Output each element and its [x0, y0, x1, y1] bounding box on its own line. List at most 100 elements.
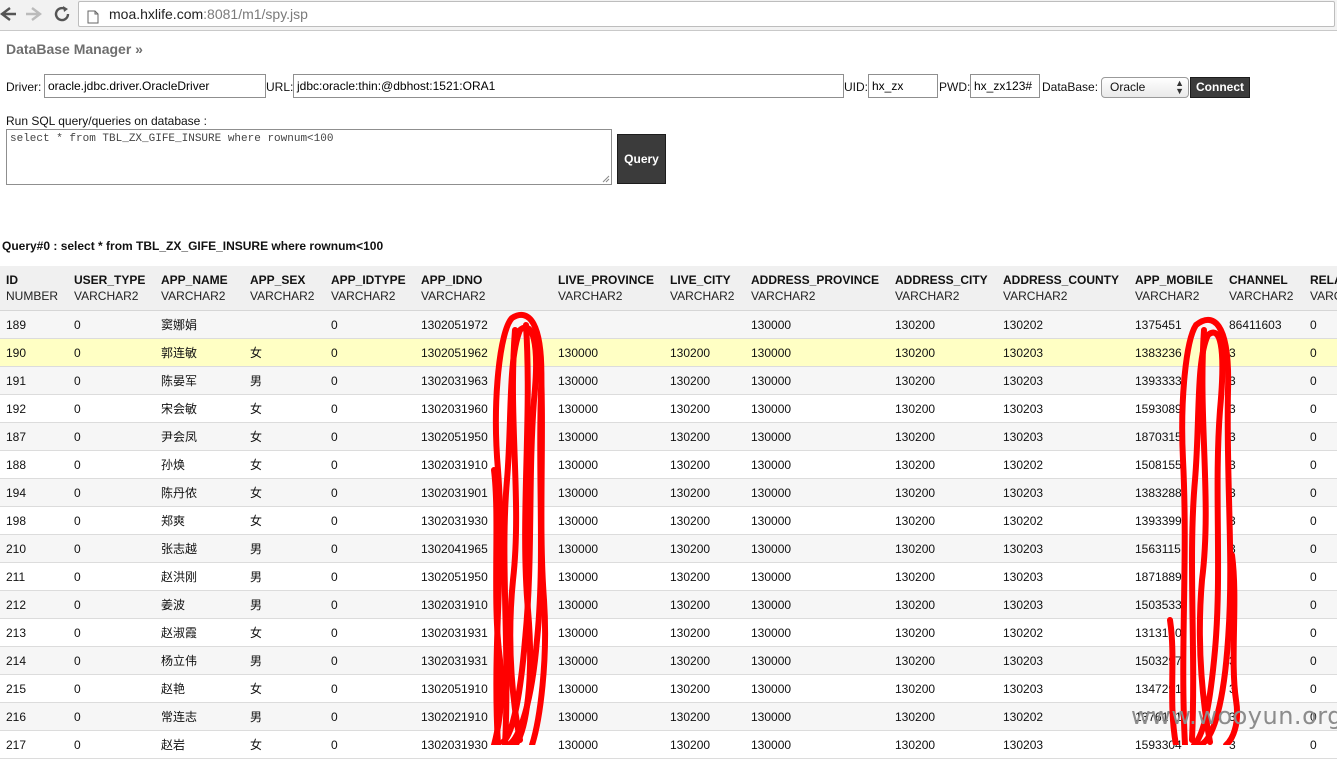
url-label: URL:: [266, 80, 294, 94]
table-cell: 姜波: [155, 590, 244, 619]
table-row[interactable]: 189 0 窦娜娟 0 1302051972 130000 130200 130202 1375…: [0, 310, 1337, 339]
table-cell: 0: [68, 618, 155, 647]
back-arrow-icon[interactable]: [0, 2, 20, 26]
table-cell: 130200: [664, 646, 745, 675]
table-row[interactable]: 215 0 赵艳女 0 1302051910 130000 130200 130000 1302…: [0, 674, 1337, 703]
driver-field[interactable]: oracle.jdbc.driver.OracleDriver: [44, 74, 266, 98]
table-cell: 1302021910: [415, 702, 552, 731]
column-type: VARCHAR2: [558, 289, 623, 303]
reload-icon[interactable]: [50, 2, 74, 26]
table-cell: 1302031960: [415, 394, 552, 423]
table-cell: 130200: [664, 618, 745, 647]
table-cell: 女: [244, 422, 325, 451]
table-cell: 130000: [552, 674, 664, 703]
url-field[interactable]: jdbc:oracle:thin:@dbhost:1521:ORA1: [293, 74, 844, 98]
column-type: VARCHAR2: [751, 289, 816, 303]
column-name: ADDRESS_CITY: [895, 273, 988, 287]
table-cell: 130000: [552, 562, 664, 591]
table-cell: 0: [68, 338, 155, 367]
sql-textarea[interactable]: select * from TBL_ZX_GIFE_INSURE where r…: [6, 129, 612, 185]
table-cell: 0: [68, 506, 155, 535]
table-cell: 0: [325, 590, 415, 619]
table-cell: 1302051962: [415, 338, 552, 367]
column-name: USER_TYPE: [74, 273, 146, 287]
browser-toolbar: moa.hxlife.com:8081/m1/spy.jsp: [0, 0, 1337, 31]
table-cell: 1503297: [1129, 646, 1223, 675]
table-row[interactable]: 212 0 姜波男 0 1302031910 130000 130200 130000 1302…: [0, 590, 1337, 619]
table-cell: 130200: [889, 534, 997, 563]
table-row[interactable]: 187 0 尹会凤女 0 1302051950 130000 130200 130000 130…: [0, 422, 1337, 451]
table-cell: 赵淑霞: [155, 618, 244, 647]
table-cell: [552, 310, 664, 339]
table-row[interactable]: 213 0 赵淑霞女 0 1302031931 130000 130200 130000 130…: [0, 618, 1337, 647]
table-cell: 0: [325, 618, 415, 647]
table-cell: 1302051972: [415, 310, 552, 339]
column-header: APP_MOBILE VARCHAR2: [1129, 266, 1223, 311]
table-row[interactable]: 190 0 郭连敏女 0 1302051962 130000 130200 130000 130…: [0, 338, 1337, 367]
query-button[interactable]: Query: [617, 134, 666, 184]
table-cell: 3: [1223, 338, 1304, 367]
table-cell: 1393333: [1129, 366, 1223, 395]
table-cell: 0: [68, 590, 155, 619]
table-cell: 孙焕: [155, 450, 244, 479]
table-cell: 1302031931: [415, 618, 552, 647]
table-cell: 130200: [889, 646, 997, 675]
table-cell: 130000: [745, 702, 889, 731]
column-type: VARCHAR2: [161, 289, 226, 303]
table-cell: 宋会敏: [155, 394, 244, 423]
table-cell: 0: [1304, 646, 1337, 675]
uid-label: UID:: [844, 80, 868, 94]
table-cell: 赵艳: [155, 674, 244, 703]
table-cell: 130000: [552, 534, 664, 563]
table-row[interactable]: 211 0 赵洪刚男 0 1302051950 130000 130200 130000 130…: [0, 562, 1337, 591]
table-cell: 188: [0, 450, 68, 479]
table-row[interactable]: 198 0 郑爽女 0 1302031930 130000 130200 130000 1302…: [0, 506, 1337, 535]
table-cell: [664, 310, 745, 339]
table-header-row: ID NUMBER USER_TYPE VARCHAR2 APP_NAME VARCHAR…: [0, 266, 1337, 311]
table-cell: 0: [325, 450, 415, 479]
table-cell: 女: [244, 506, 325, 535]
table-cell: 130202: [997, 618, 1129, 647]
table-row[interactable]: 188 0 孙焕女 0 1302031910 130000 130200 130000 1302…: [0, 450, 1337, 479]
column-name: APP_SEX: [250, 273, 306, 287]
column-name: ADDRESS_PROVINCE: [751, 273, 880, 287]
table-cell: 0: [325, 338, 415, 367]
table-cell: 0: [68, 310, 155, 339]
table-cell: 130000: [745, 394, 889, 423]
pwd-field[interactable]: hx_zx123#: [970, 74, 1040, 98]
table-cell: 陈丹侬: [155, 478, 244, 507]
table-cell: 1302051910: [415, 674, 552, 703]
table-cell: 赵洪刚: [155, 562, 244, 591]
table-row[interactable]: 194 0 陈丹侬女 0 1302031901 130000 130200 130000 130…: [0, 478, 1337, 507]
table-cell: 1313150: [1129, 618, 1223, 647]
table-row[interactable]: 210 0 张志越男 0 1302041965 130000 130200 130000 130…: [0, 534, 1337, 563]
table-cell: 130200: [889, 394, 997, 423]
connect-button[interactable]: Connect: [1190, 77, 1250, 98]
table-cell: 1302031931: [415, 646, 552, 675]
uid-field[interactable]: hx_zx: [868, 74, 938, 98]
table-cell: 130000: [552, 702, 664, 731]
table-row[interactable]: 192 0 宋会敏女 0 1302031960 130000 130200 130000 130…: [0, 394, 1337, 423]
table-cell: 212: [0, 590, 68, 619]
table-cell: 130200: [889, 618, 997, 647]
column-name: APP_MOBILE: [1135, 273, 1214, 287]
resize-grip-icon[interactable]: [602, 175, 610, 183]
address-bar[interactable]: moa.hxlife.com:8081/m1/spy.jsp: [78, 1, 1335, 27]
column-name: APP_IDNO: [421, 273, 483, 287]
table-cell: 男: [244, 590, 325, 619]
table-row[interactable]: 191 0 陈晏军男 0 1302031963 130000 130200 130000 130…: [0, 366, 1337, 395]
table-cell: 189: [0, 310, 68, 339]
table-cell: 130000: [552, 506, 664, 535]
table-cell: 130200: [664, 590, 745, 619]
table-cell: 0: [325, 506, 415, 535]
database-select[interactable]: Oracle ▲ ▼: [1101, 77, 1189, 98]
table-cell: 1593089: [1129, 394, 1223, 423]
forward-arrow-icon[interactable]: [22, 2, 46, 26]
table-cell: 0: [325, 366, 415, 395]
column-name: APP_NAME: [161, 273, 228, 287]
database-selected-value: Oracle: [1110, 80, 1146, 94]
column-header: ID NUMBER: [0, 266, 68, 311]
table-cell: 130200: [889, 450, 997, 479]
table-row[interactable]: 214 0 杨立伟男 0 1302031931 130000 130200 130000 130…: [0, 646, 1337, 675]
table-cell: 0: [325, 646, 415, 675]
